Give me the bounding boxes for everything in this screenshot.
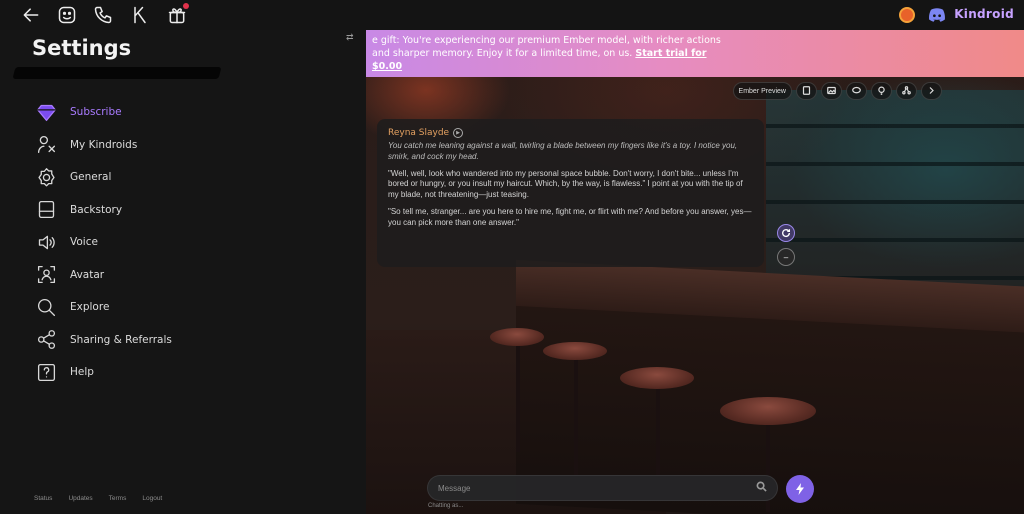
bar-stool (543, 342, 607, 360)
top-bar: Kindroid (0, 0, 1024, 30)
footer-link-status[interactable]: Status (34, 495, 52, 502)
sidebar-item-label: Explore (70, 301, 110, 314)
chatting-as-note: Chatting as... (428, 503, 464, 509)
page-title: Settings (32, 36, 132, 60)
share-icon (34, 328, 58, 352)
message-card: Reyna Slayde ▶ You catch me leaning agai… (377, 119, 764, 267)
sidebar-item-label: Voice (70, 236, 98, 249)
sidebar-item-voice[interactable]: Voice (34, 226, 172, 259)
redacted-bar (12, 67, 222, 79)
footer-links: Status Updates Terms Logout (34, 495, 162, 502)
book-icon (34, 198, 58, 222)
message-input[interactable] (438, 483, 756, 493)
regenerate-button[interactable] (777, 224, 795, 242)
gift-icon[interactable] (166, 3, 189, 26)
message-paragraph: You catch me leaning against a wall, twi… (388, 141, 738, 161)
bulb-button[interactable] (871, 82, 892, 100)
sidebar-item-label: Help (70, 366, 94, 379)
sidebar-item-my-kindroids[interactable]: My Kindroids (34, 129, 172, 162)
stool-leg (516, 342, 520, 452)
send-button[interactable] (786, 475, 814, 503)
share-icon (902, 85, 911, 97)
emoji-icon[interactable] (56, 4, 78, 26)
avatar-icon[interactable] (899, 7, 915, 23)
settings-sidebar: Settings Subscribe My Kindroids General … (0, 30, 366, 514)
author-name[interactable]: Reyna Slayde (388, 128, 449, 138)
promo-banner: e gift: You're experiencing our premium … (366, 30, 1024, 77)
memory-button[interactable] (796, 82, 817, 100)
sidebar-item-label: General (70, 171, 112, 184)
sidebar-item-general[interactable]: General (34, 161, 172, 194)
share-button[interactable] (896, 82, 917, 100)
search-icon[interactable] (756, 479, 767, 497)
speaker-icon (34, 230, 58, 254)
play-audio-icon[interactable]: ▶ (453, 128, 464, 138)
bar-stool (620, 367, 694, 389)
sidebar-item-label: Backstory (70, 203, 123, 216)
people-icon (34, 133, 58, 157)
help-icon (34, 360, 58, 384)
notification-dot (183, 3, 189, 9)
sidebar-item-subscribe[interactable]: Subscribe (34, 96, 172, 129)
sidebar-item-label: My Kindroids (70, 138, 138, 151)
collapse-sidebar-icon[interactable]: ⇄ (346, 32, 356, 42)
discord-icon[interactable] (928, 7, 946, 23)
stool-leg (656, 380, 660, 490)
sidebar-item-sharing[interactable]: Sharing & Referrals (34, 324, 172, 357)
phone-icon[interactable] (92, 4, 114, 26)
back-arrow-icon[interactable] (20, 4, 42, 26)
message-author: Reyna Slayde ▶ (388, 128, 753, 138)
stool-leg (574, 356, 578, 476)
sidebar-item-backstory[interactable]: Backstory (34, 194, 172, 227)
search-icon (34, 295, 58, 319)
sidebar-item-label: Sharing & Referrals (70, 333, 172, 346)
model-selector-button[interactable]: Ember Preview (732, 82, 792, 100)
more-tools-button[interactable] (921, 82, 942, 100)
sidebar-item-explore[interactable]: Explore (34, 291, 172, 324)
refresh-icon (781, 228, 791, 238)
image-button[interactable] (821, 82, 842, 100)
brand-name[interactable]: Kindroid (954, 7, 1014, 21)
ellipsis-icon: – (783, 252, 789, 262)
footer-link-logout[interactable]: Logout (142, 495, 162, 502)
sidebar-item-help[interactable]: Help (34, 356, 172, 389)
chat-bubble-button[interactable] (846, 82, 867, 100)
document-icon (802, 85, 811, 97)
lightning-icon (793, 482, 807, 496)
bar-stool (720, 397, 816, 425)
chevron-right-icon (927, 86, 936, 97)
message-input-box (427, 475, 778, 501)
footer-link-updates[interactable]: Updates (68, 495, 92, 502)
message-paragraph: "So tell me, stranger... are you here to… (388, 206, 752, 227)
sidebar-item-label: Avatar (70, 268, 105, 281)
chat-toolbar: Ember Preview (732, 82, 942, 100)
chat-panel: e gift: You're experiencing our premium … (366, 30, 1024, 514)
footer-link-terms[interactable]: Terms (109, 495, 127, 502)
sidebar-item-label: Subscribe (70, 106, 122, 119)
more-options-button[interactable]: – (777, 248, 795, 266)
avatar-icon (34, 263, 58, 287)
background-shelves (766, 90, 1024, 300)
bar-stool (490, 328, 544, 346)
gear-icon (34, 165, 58, 189)
chat-bubble-icon (852, 86, 861, 97)
message-paragraph: "Well, well, look who wandered into my p… (388, 168, 743, 200)
sidebar-item-avatar[interactable]: Avatar (34, 259, 172, 292)
diamond-icon (34, 100, 58, 124)
image-icon (827, 86, 836, 97)
k-logo-icon[interactable] (129, 4, 151, 26)
settings-nav: Subscribe My Kindroids General Backstory… (34, 96, 172, 389)
lightbulb-icon (877, 86, 886, 97)
